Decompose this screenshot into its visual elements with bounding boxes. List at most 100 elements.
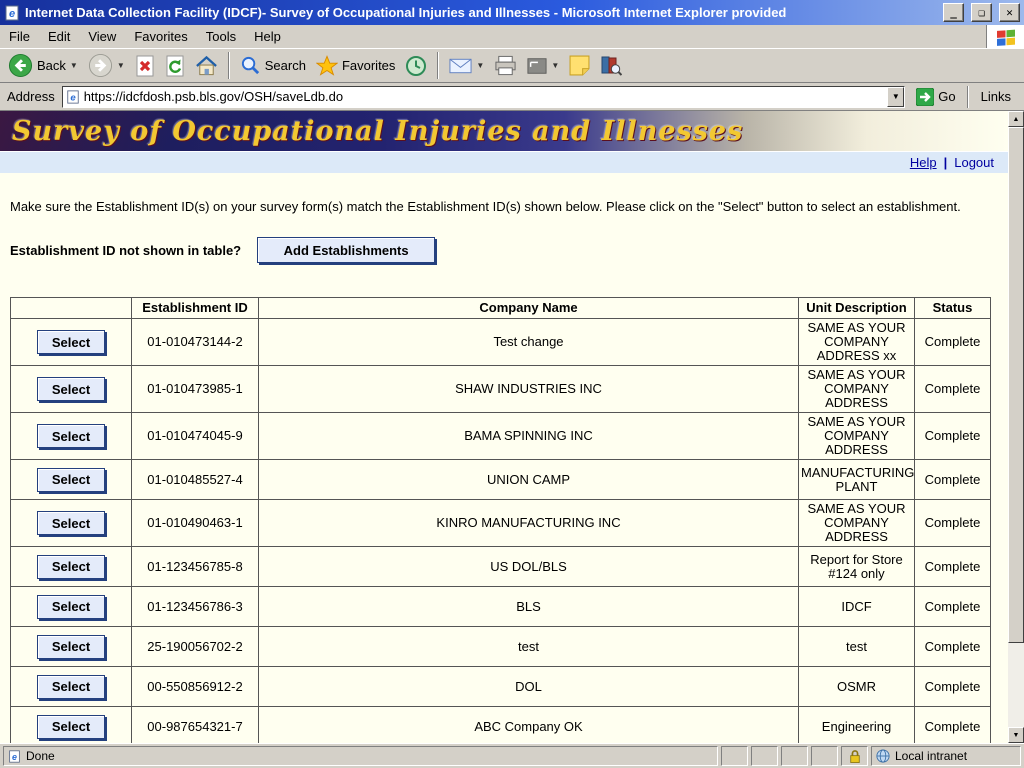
globe-icon	[876, 749, 890, 763]
select-button[interactable]: Select	[37, 715, 105, 739]
unit-description-cell: SAME AS YOUR COMPANY ADDRESS	[799, 366, 915, 413]
status-zone-pane: Local intranet	[871, 746, 1021, 766]
page-favicon: e	[66, 89, 80, 105]
logout-link[interactable]: Logout	[954, 155, 994, 170]
select-cell: Select	[11, 547, 132, 587]
back-button[interactable]: Back ▼	[4, 51, 82, 80]
select-button[interactable]: Select	[37, 595, 105, 619]
table-row: Select01-123456785-8US DOL/BLSReport for…	[11, 547, 991, 587]
page-banner-title: Survey of Occupational Injuries and Illn…	[12, 116, 743, 147]
favorites-button[interactable]: Favorites	[312, 53, 399, 78]
table-row: Select01-010474045-9BAMA SPINNING INCSAM…	[11, 413, 991, 460]
address-label: Address	[7, 89, 55, 104]
select-button[interactable]: Select	[37, 511, 105, 535]
close-button[interactable]: ✕	[999, 3, 1020, 22]
print-button[interactable]	[490, 53, 521, 78]
home-icon	[195, 55, 218, 77]
address-dropdown-button[interactable]: ▼	[887, 87, 904, 107]
stop-button[interactable]	[131, 53, 159, 79]
add-establishment-row: Establishment ID not shown in table? Add…	[10, 237, 994, 263]
help-link[interactable]: Help	[910, 155, 937, 170]
select-cell: Select	[11, 500, 132, 547]
window-title: Internet Data Collection Facility (IDCF)…	[25, 5, 936, 20]
select-cell: Select	[11, 627, 132, 667]
svg-text:e: e	[70, 92, 76, 103]
menu-help[interactable]: Help	[245, 25, 290, 48]
page: Survey of Occupational Injuries and Illn…	[0, 111, 1008, 743]
select-cell: Select	[11, 460, 132, 500]
select-cell: Select	[11, 587, 132, 627]
select-button[interactable]: Select	[37, 377, 105, 401]
lock-icon	[849, 749, 861, 764]
history-button[interactable]	[401, 53, 431, 79]
restore-button[interactable]: ❏	[971, 3, 992, 22]
home-button[interactable]	[191, 53, 222, 79]
scroll-up-icon[interactable]: ▲	[1008, 111, 1024, 127]
search-button[interactable]: Search	[236, 53, 310, 78]
header-establishment-id: Establishment ID	[132, 298, 259, 319]
minimize-button[interactable]: _	[943, 3, 964, 22]
edit-dropdown-icon: ▼	[551, 61, 559, 70]
discuss-note-icon	[569, 55, 590, 76]
add-establishments-button[interactable]: Add Establishments	[257, 237, 435, 263]
establishment-id-cell: 01-010473985-1	[132, 366, 259, 413]
menu-file[interactable]: File	[0, 25, 39, 48]
menu-edit[interactable]: Edit	[39, 25, 79, 48]
address-url[interactable]: https://idcfdosh.psb.bls.gov/OSH/saveLdb…	[84, 89, 884, 104]
go-button[interactable]: Go	[912, 86, 959, 108]
unit-description-cell: SAME AS YOUR COMPANY ADDRESS	[799, 500, 915, 547]
select-button[interactable]: Select	[37, 330, 105, 354]
select-button[interactable]: Select	[37, 555, 105, 579]
menu-view[interactable]: View	[79, 25, 125, 48]
scrollbar-thumb[interactable]	[1008, 127, 1024, 643]
establishment-id-cell: 01-010485527-4	[132, 460, 259, 500]
menu-tools[interactable]: Tools	[197, 25, 245, 48]
browser-content: Survey of Occupational Injuries and Illn…	[0, 111, 1024, 743]
history-icon	[405, 55, 427, 77]
company-name-cell: BLS	[259, 587, 799, 627]
establishment-id-cell: 25-190056702-2	[132, 627, 259, 667]
address-field[interactable]: e https://idcfdosh.psb.bls.gov/OSH/saveL…	[62, 86, 906, 108]
select-button[interactable]: Select	[37, 675, 105, 699]
establishment-id-cell: 01-123456786-3	[132, 587, 259, 627]
browser-window: e Internet Data Collection Facility (IDC…	[0, 0, 1024, 768]
links-separator	[967, 86, 969, 108]
company-name-cell: SHAW INDUSTRIES INC	[259, 366, 799, 413]
edit-button[interactable]: ▼	[523, 55, 563, 77]
forward-button[interactable]: ▼	[84, 51, 129, 80]
research-button[interactable]	[596, 53, 626, 78]
svg-text:e: e	[9, 8, 15, 20]
select-button[interactable]: Select	[37, 635, 105, 659]
prompt-text: Establishment ID not shown in table?	[10, 243, 241, 258]
company-name-cell: test	[259, 627, 799, 667]
status-cell: Complete	[915, 319, 991, 366]
select-button[interactable]: Select	[37, 468, 105, 492]
table-row: Select01-123456786-3BLSIDCFComplete	[11, 587, 991, 627]
search-label: Search	[265, 58, 306, 73]
help-bar: Help | Logout	[0, 151, 1008, 173]
establishment-table: Establishment ID Company Name Unit Descr…	[10, 297, 991, 743]
mail-button[interactable]: ▼	[445, 56, 488, 76]
status-cell: Complete	[915, 667, 991, 707]
vertical-scrollbar[interactable]: ▲ ▼	[1008, 111, 1024, 743]
select-button[interactable]: Select	[37, 424, 105, 448]
establishment-id-cell: 00-550856912-2	[132, 667, 259, 707]
scroll-down-icon[interactable]: ▼	[1008, 727, 1024, 743]
links-label[interactable]: Links	[975, 89, 1017, 104]
status-cell: Complete	[915, 627, 991, 667]
discuss-button[interactable]	[565, 53, 594, 78]
unit-description-cell: Engineering	[799, 707, 915, 744]
table-row: Select00-550856912-2DOLOSMRComplete	[11, 667, 991, 707]
toolbar-separator	[437, 52, 439, 79]
status-empty-pane	[811, 746, 838, 766]
refresh-button[interactable]	[161, 53, 189, 79]
table-header-row: Establishment ID Company Name Unit Descr…	[11, 298, 991, 319]
establishment-id-cell: 01-010474045-9	[132, 413, 259, 460]
select-cell: Select	[11, 366, 132, 413]
table-row: Select01-010490463-1KINRO MANUFACTURING …	[11, 500, 991, 547]
scrollbar-track[interactable]	[1008, 643, 1024, 727]
menu-favorites[interactable]: Favorites	[125, 25, 196, 48]
mail-dropdown-icon: ▼	[476, 61, 484, 70]
forward-dropdown-icon: ▼	[117, 61, 125, 70]
header-status: Status	[915, 298, 991, 319]
